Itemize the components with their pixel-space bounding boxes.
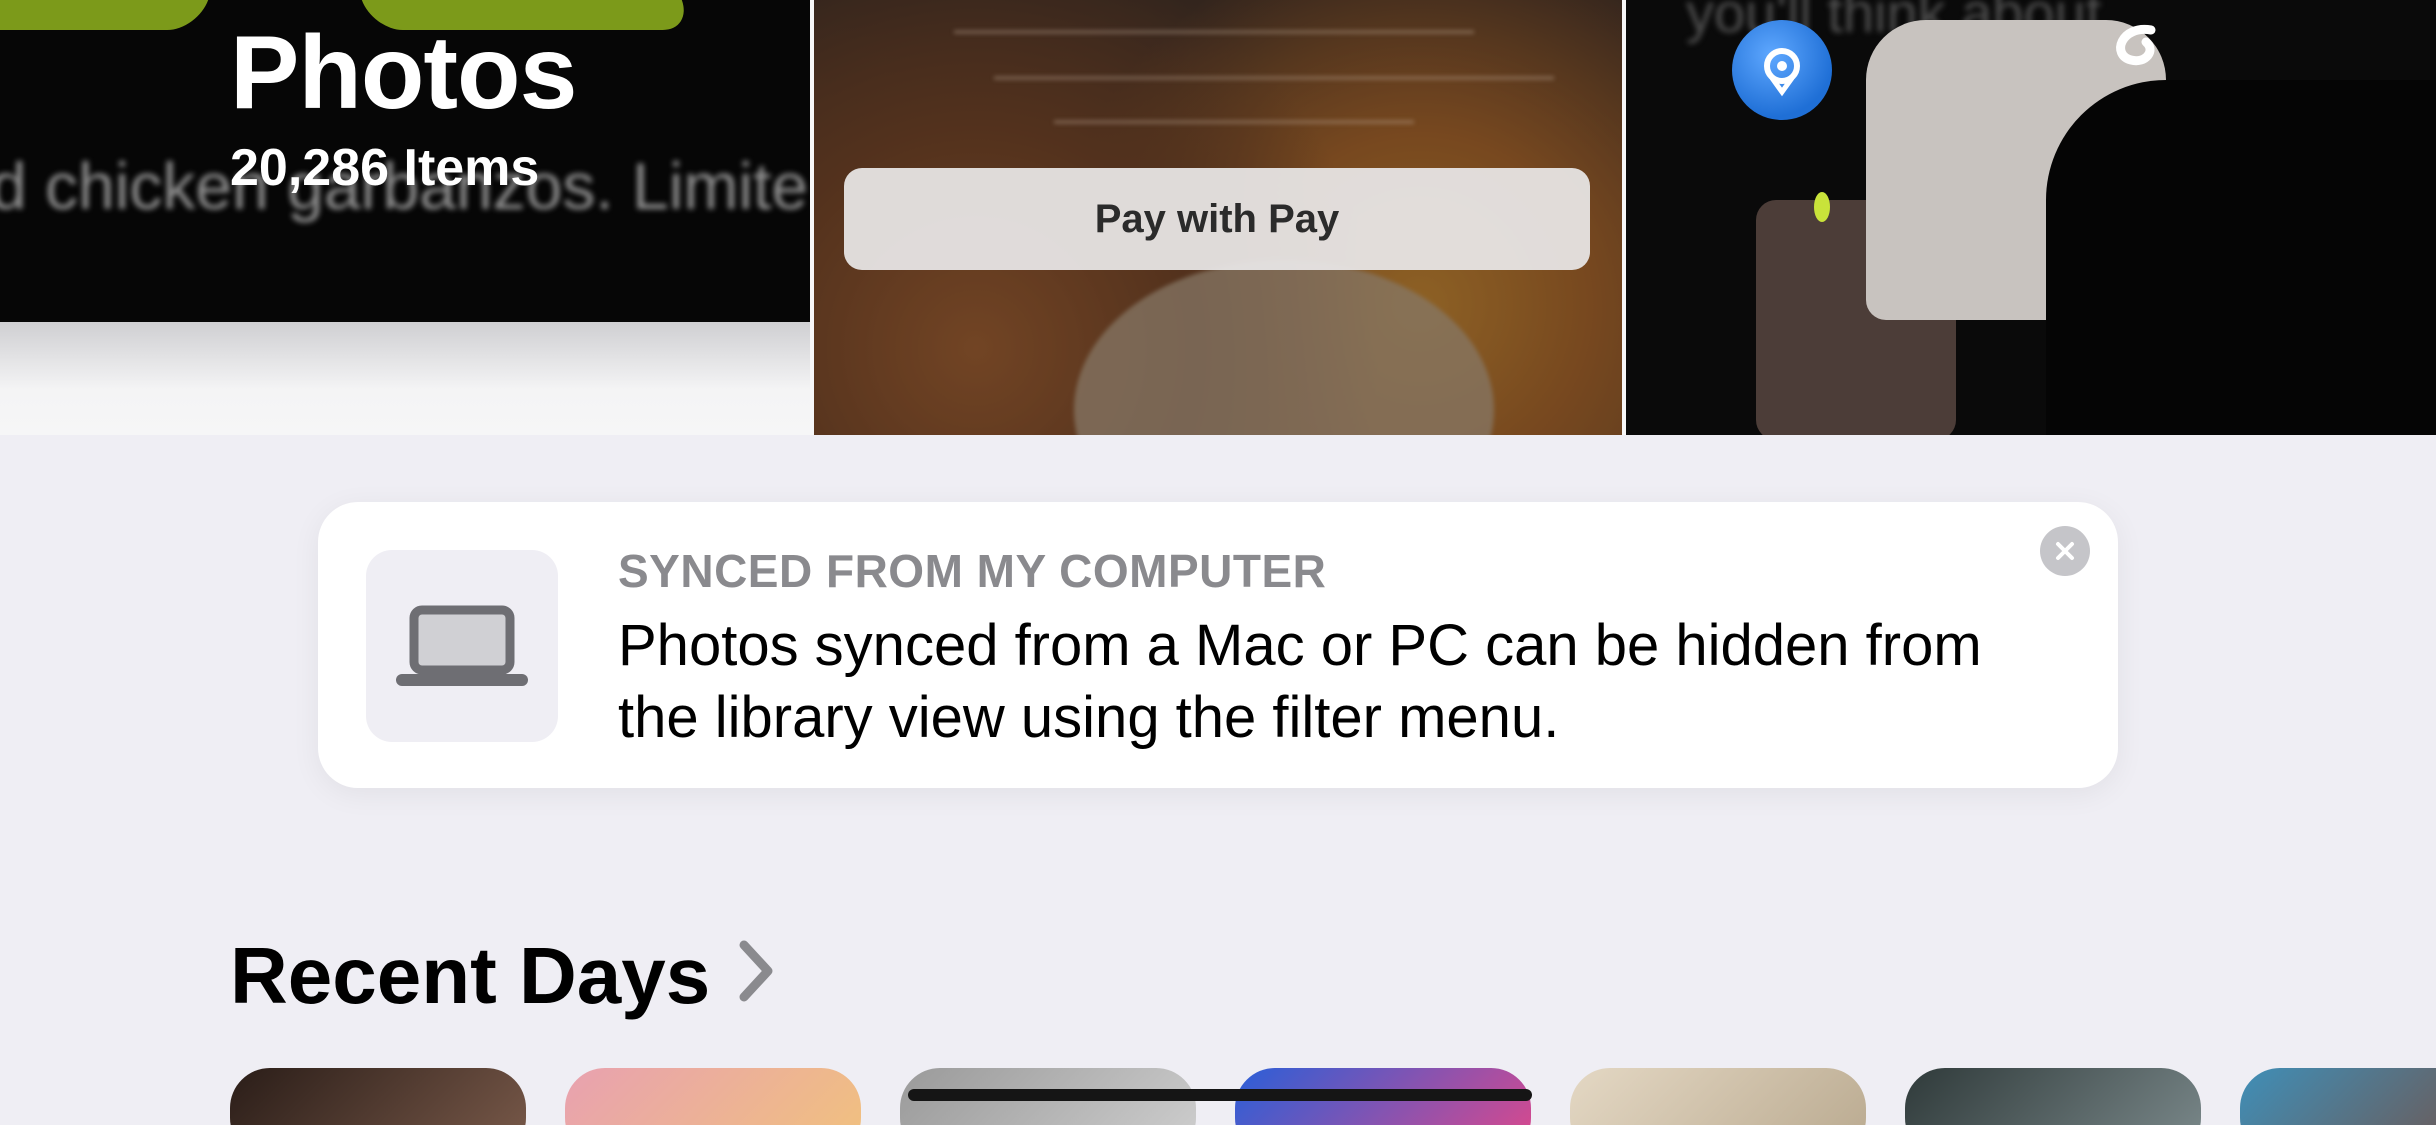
pay-button-in-photo: Pay with Pay <box>844 168 1590 270</box>
location-pin-icon <box>1732 20 1832 120</box>
banner-eyebrow: SYNCED FROM MY COMPUTER <box>618 545 1327 597</box>
top-photo-strip: d chicken garbanzos. Limite Pay with Pay… <box>0 0 2436 435</box>
recent-day-thumbnail[interactable] <box>1570 1068 1866 1125</box>
photo-tile-3-highlight <box>1814 192 1830 222</box>
page-title: Photos <box>230 15 577 131</box>
photo-tile-2-blurred-line <box>954 30 1474 34</box>
recent-days-header[interactable]: Recent Days <box>230 930 776 1022</box>
photo-tile-2-blurred-line <box>994 76 1554 80</box>
photo-tile-2-blurred-line <box>1054 120 1414 124</box>
recent-day-thumbnail[interactable] <box>230 1068 526 1125</box>
recent-day-thumbnail[interactable] <box>565 1068 861 1125</box>
laptop-icon <box>366 550 558 742</box>
photo-tile-1-shadow <box>0 322 810 435</box>
close-icon[interactable] <box>2040 526 2090 576</box>
chevron-right-icon <box>736 930 776 1022</box>
recent-days-title: Recent Days <box>230 931 711 1020</box>
banner-body: Photos synced from a Mac or PC can be hi… <box>618 613 1982 750</box>
recent-day-thumbnail[interactable] <box>2240 1068 2436 1125</box>
photo-tile-2[interactable]: Pay with Pay <box>814 0 1622 435</box>
item-count: 20,286 Items <box>230 139 540 197</box>
photo-tile-3[interactable]: you'll think about <box>1626 0 2436 435</box>
sticker-icon <box>2101 20 2181 90</box>
home-indicator[interactable] <box>908 1089 1532 1101</box>
library-header: Photos 20,286 Items <box>230 12 577 198</box>
recent-day-thumbnail[interactable] <box>1905 1068 2201 1125</box>
synced-info-banner: SYNCED FROM MY COMPUTER Photos synced fr… <box>318 502 2118 788</box>
photo-tile-3-hair <box>2046 80 2436 435</box>
